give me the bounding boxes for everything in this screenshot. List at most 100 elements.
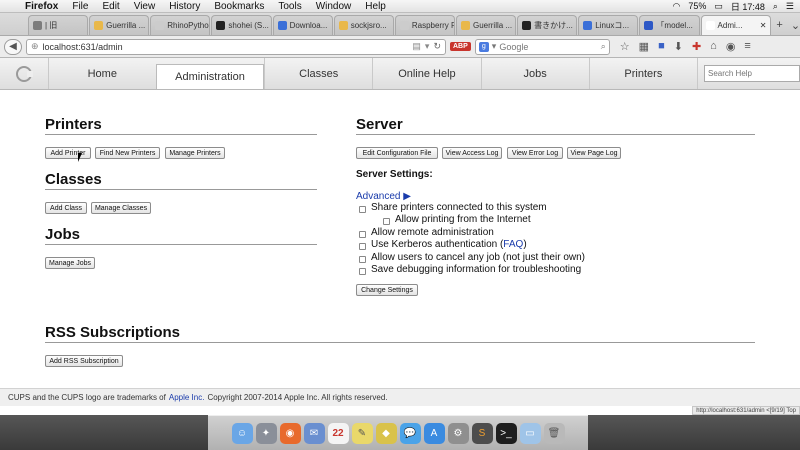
browser-tab[interactable]: sockjsro... (333, 15, 394, 35)
browser-tab[interactable]: | 旧 (28, 15, 89, 35)
url-bar[interactable]: ⊕ localhost:631/admin ▤ ▾ ↻ (26, 38, 446, 55)
menu-history[interactable]: History (162, 1, 207, 12)
browser-tab[interactable]: 書きかけ... (517, 15, 578, 35)
allow-internet-printing-checkbox[interactable] (383, 218, 390, 225)
view-error-log-button[interactable]: View Error Log (507, 147, 563, 159)
messages-icon[interactable]: 💬 (399, 422, 421, 444)
server-divider (356, 134, 755, 135)
add-class-button[interactable]: Add Class (45, 202, 87, 214)
home-icon[interactable]: ⌂ (710, 40, 717, 53)
menu-window[interactable]: Window (309, 1, 359, 12)
browser-tab[interactable]: 「model... (639, 15, 700, 35)
menu-edit[interactable]: Edit (95, 1, 126, 12)
browser-tab-active[interactable]: Admi... ✕ (700, 15, 772, 35)
back-button[interactable]: ◀ (4, 38, 22, 55)
app-store-icon[interactable]: A (423, 422, 445, 444)
close-tab-icon[interactable]: ✕ (760, 21, 767, 30)
browser-tab-strip: | 旧 Guerrilla ... RhinoPython shohei (S.… (0, 13, 800, 36)
cancel-any-job-checkbox[interactable] (359, 256, 366, 263)
remote-admin-checkbox[interactable] (359, 231, 366, 238)
bookmarks-icon[interactable]: ▦ (639, 40, 649, 53)
menu-file[interactable]: File (65, 1, 95, 12)
share-printers-checkbox[interactable] (359, 206, 366, 213)
browser-tab[interactable]: Guerrilla ... (455, 15, 517, 35)
menu-help[interactable]: Help (358, 1, 393, 12)
reader-icon[interactable]: ▤ (412, 41, 421, 52)
share-printers-label: Share printers connected to this system (371, 202, 547, 213)
browser-tab[interactable]: shohei (S... (211, 15, 272, 35)
tab-home[interactable]: Home (47, 58, 156, 89)
menu-app[interactable]: Firefox (18, 1, 65, 12)
tab-printers[interactable]: Printers (588, 58, 697, 89)
browser-tab[interactable]: RhinoPython (150, 15, 211, 35)
trash-icon[interactable]: 🗑 (543, 422, 565, 444)
kerberos-checkbox[interactable] (359, 243, 366, 250)
search-icon[interactable]: ⌕ (601, 41, 606, 52)
rss-heading: RSS Subscriptions (45, 324, 181, 341)
system-preferences-icon[interactable]: ⚙ (447, 422, 469, 444)
tab-administration[interactable]: Administration (155, 64, 265, 89)
new-tab-icon[interactable]: + (776, 19, 782, 31)
faq-link[interactable]: FAQ (503, 239, 523, 250)
wifi-icon[interactable]: ◠ (672, 1, 680, 12)
spotlight-icon[interactable]: ⌕ (773, 1, 778, 12)
battery-icon[interactable]: ▭ (714, 1, 723, 12)
find-new-printers-button[interactable]: Find New Printers (95, 147, 160, 159)
browser-navbar: ◀ ⊕ localhost:631/admin ▤ ▾ ↻ ABP g ▾ Go… (0, 36, 800, 58)
classes-heading: Classes (45, 171, 102, 188)
download-icon[interactable]: ⬇ (674, 40, 683, 53)
clock[interactable]: 日 17:48 (731, 0, 765, 13)
sublime-text-icon[interactable]: S (471, 422, 493, 444)
tab-jobs[interactable]: Jobs (480, 58, 589, 89)
classes-divider (45, 189, 317, 190)
calendar-icon[interactable]: 22 (327, 422, 349, 444)
photos-icon[interactable]: ◆ (375, 422, 397, 444)
notes-icon[interactable]: ✎ (351, 422, 373, 444)
view-page-log-button[interactable]: View Page Log (567, 147, 621, 159)
launchpad-icon[interactable]: ✦ (255, 422, 277, 444)
printers-divider (45, 134, 317, 135)
save-icon[interactable]: ■ (658, 40, 665, 53)
browser-tab[interactable]: Guerrilla ... (89, 15, 150, 35)
allow-internet-printing-label: Allow printing from the Internet (395, 214, 531, 225)
addon-badge-icon[interactable]: ABP (450, 42, 471, 51)
help-search-input[interactable] (703, 65, 800, 82)
finder-icon[interactable]: ☺ (231, 422, 253, 444)
menu-icon[interactable]: ≡ (744, 40, 750, 53)
jobs-heading: Jobs (45, 226, 81, 243)
terminal-icon[interactable]: >_ (495, 422, 517, 444)
footer-apple-link[interactable]: Apple Inc. (169, 393, 205, 402)
tab-online-help[interactable]: Online Help (372, 58, 480, 89)
manage-classes-button[interactable]: Manage Classes (91, 202, 151, 214)
change-settings-button[interactable]: Change Settings (356, 284, 418, 296)
tab-classes[interactable]: Classes (264, 58, 372, 89)
cups-logo-icon[interactable] (0, 58, 48, 89)
addon-icon[interactable]: ✚ (692, 40, 701, 53)
menu-tools[interactable]: Tools (271, 1, 308, 12)
browser-tab[interactable]: Linuxコ... (578, 15, 639, 35)
advanced-link[interactable]: Advanced ▶ (356, 191, 411, 202)
downloads-folder-icon[interactable]: ▭ (519, 422, 541, 444)
edit-configuration-file-button[interactable]: Edit Configuration File (356, 147, 438, 159)
view-access-log-button[interactable]: View Access Log (442, 147, 502, 159)
debug-logging-checkbox[interactable] (359, 268, 366, 275)
notification-icon[interactable]: ☰ (786, 1, 794, 12)
browser-tab[interactable]: Downloa... (272, 15, 333, 35)
tab-list-icon[interactable]: ⌄ (791, 19, 800, 32)
manage-printers-button[interactable]: Manage Printers (165, 147, 225, 159)
search-input[interactable]: g ▾ Google ⌕ (474, 38, 610, 55)
mail-icon[interactable]: ✉ (303, 422, 325, 444)
add-rss-subscription-button[interactable]: Add RSS Subscription (45, 355, 123, 367)
firefox-icon[interactable]: ◉ (279, 422, 301, 444)
reload-icon[interactable]: ↻ (433, 41, 441, 52)
browser-tab[interactable]: Raspberry Pi ... (394, 15, 455, 35)
battery-percent[interactable]: 75% (688, 1, 706, 11)
menu-view[interactable]: View (127, 1, 163, 12)
sync-icon[interactable]: ◉ (726, 40, 736, 53)
star-icon[interactable]: ☆ (620, 40, 630, 53)
dropdown-icon[interactable]: ▾ (425, 41, 430, 52)
tab-favicon-icon (460, 21, 470, 30)
menu-bookmarks[interactable]: Bookmarks (207, 1, 271, 12)
search-engine-dropdown-icon[interactable]: ▾ (492, 41, 497, 52)
manage-jobs-button[interactable]: Manage Jobs (45, 257, 95, 269)
